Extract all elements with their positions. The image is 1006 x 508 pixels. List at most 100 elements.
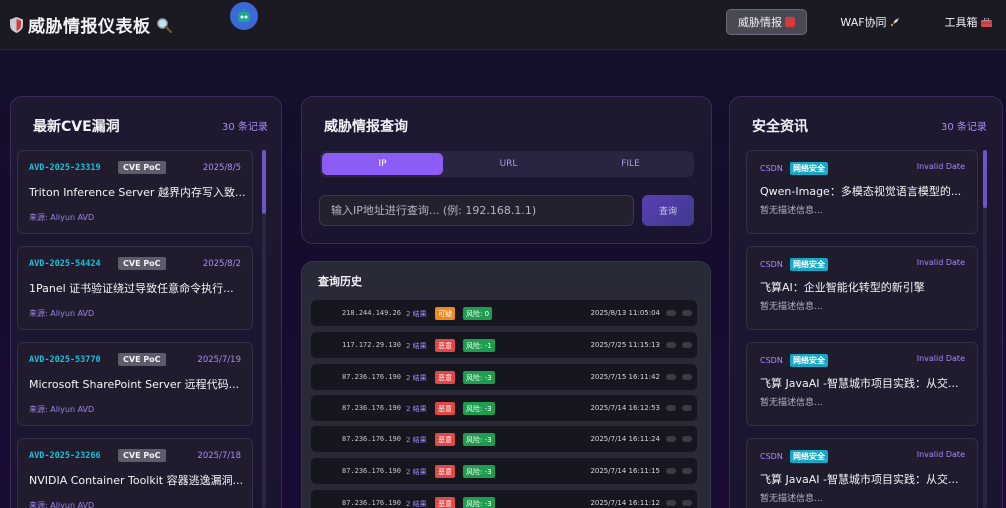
cve-date: 2025/8/5	[202, 163, 241, 173]
verdict-badge: 可疑	[435, 307, 455, 320]
cve-id[interactable]: AVD-2025-23266	[29, 451, 101, 461]
nav-waf-label: WAF协同	[840, 16, 887, 29]
cve-card[interactable]: AVD-2025-53770 CVE PoC 2025/7/19 Microso…	[17, 342, 253, 426]
history-result-count: 2 结果	[406, 310, 427, 318]
news-date: Invalid Date	[916, 258, 965, 267]
verdict-badge: 恶意	[435, 402, 455, 415]
history-result-count: 2 结果	[406, 436, 427, 444]
news-title[interactable]: 飞算 JavaAI -智慧城市项目实践：从交...	[760, 471, 970, 487]
cve-card[interactable]: AVD-2025-23319 CVE PoC 2025/8/5 Triton I…	[17, 150, 253, 234]
cve-id[interactable]: AVD-2025-53770	[29, 355, 101, 365]
cve-card[interactable]: AVD-2025-23266 CVE PoC 2025/7/18 NVIDIA …	[17, 438, 253, 508]
history-time: 2025/7/15 16:11:42	[590, 373, 660, 381]
news-date: Invalid Date	[916, 162, 965, 171]
news-tag: 网络安全	[790, 258, 828, 271]
news-card[interactable]: CSDN 网络安全 Invalid Date 飞算 JavaAI -智慧城市项目…	[746, 438, 978, 508]
history-row[interactable]: 87.236.176.190 2 结果 恶意 风险: -3 2025/7/15 …	[311, 364, 697, 390]
tab-file[interactable]: FILE	[570, 153, 691, 175]
view-icon[interactable]	[666, 374, 676, 380]
cve-title[interactable]: NVIDIA Container Toolkit 容器逃逸漏洞...	[29, 472, 247, 488]
view-icon[interactable]	[666, 342, 676, 348]
cve-title[interactable]: Microsoft SharePoint Server 远程代码...	[29, 376, 247, 392]
tab-ip[interactable]: IP	[322, 153, 443, 175]
view-icon[interactable]	[666, 405, 676, 411]
delete-icon[interactable]	[682, 374, 692, 380]
rocket-icon	[890, 18, 899, 27]
history-ip: 87.236.176.190	[341, 467, 401, 475]
view-icon[interactable]	[666, 468, 676, 474]
history-row[interactable]: 87.236.176.190 2 结果 恶意 风险: -3 2025/7/14 …	[311, 426, 697, 452]
risk-badge: 风险: -3	[463, 433, 495, 446]
news-record-count: 30 条记录	[941, 122, 987, 133]
nav-threat-intel[interactable]: 威胁情报	[726, 9, 807, 35]
cve-id[interactable]: AVD-2025-54424	[29, 259, 101, 269]
history-row[interactable]: 218.244.149.26 2 结果 可疑 风险: 0 2025/8/13 1…	[311, 300, 697, 326]
history-time: 2025/7/14 16:12:53	[590, 404, 660, 412]
delete-icon[interactable]	[682, 500, 692, 506]
risk-badge: 风险: -3	[463, 465, 495, 478]
history-time: 2025/8/13 11:05:04	[590, 309, 660, 317]
cve-card[interactable]: AVD-2025-54424 CVE PoC 2025/8/2 1Panel 证…	[17, 246, 253, 330]
cve-date: 2025/8/2	[202, 259, 241, 269]
history-time: 2025/7/14 16:11:24	[590, 435, 660, 443]
news-source: CSDN	[760, 356, 783, 365]
shield-icon	[10, 16, 23, 33]
history-time: 2025/7/14 16:11:12	[590, 499, 660, 507]
delete-icon[interactable]	[682, 405, 692, 411]
ip-search-input[interactable]	[319, 195, 634, 226]
nav-toolbox[interactable]: 工具箱	[938, 9, 998, 35]
verdict-badge: 恶意	[435, 465, 455, 478]
toolbox-icon	[980, 17, 992, 27]
history-ip: 117.172.29.130	[341, 341, 401, 349]
delete-icon[interactable]	[682, 310, 692, 316]
cve-source: 来源: Aliyun AVD	[29, 405, 95, 414]
cve-scrollbar-thumb[interactable]	[262, 150, 266, 214]
news-desc: 暂无描述信息...	[760, 494, 823, 504]
page-title: 威胁情报仪表板	[28, 17, 151, 37]
history-row[interactable]: 117.172.29.130 2 结果 恶意 风险: -1 2025/7/25 …	[311, 332, 697, 358]
news-title[interactable]: 飞算 JavaAI -智慧城市项目实践：从交...	[760, 375, 970, 391]
verdict-badge: 恶意	[435, 371, 455, 384]
tab-url[interactable]: URL	[448, 153, 569, 175]
cve-badge: CVE PoC	[118, 353, 166, 366]
cve-date: 2025/7/19	[197, 355, 241, 365]
cve-title[interactable]: Triton Inference Server 越界内存写入致...	[29, 184, 247, 200]
nav-waf[interactable]: WAF协同	[832, 9, 908, 35]
history-ip: 218.244.149.26	[341, 309, 401, 317]
brand: 威胁情报仪表板	[10, 12, 172, 37]
news-scrollbar-thumb[interactable]	[983, 150, 987, 208]
delete-icon[interactable]	[682, 342, 692, 348]
cve-record-count: 30 条记录	[222, 122, 268, 133]
news-source: CSDN	[760, 164, 783, 173]
view-icon[interactable]	[666, 500, 676, 506]
robot-avatar-icon[interactable]	[230, 2, 258, 30]
cve-badge: CVE PoC	[118, 257, 166, 270]
history-row[interactable]: 87.236.176.190 2 结果 恶意 风险: -3 2025/7/14 …	[311, 490, 697, 508]
history-result-count: 2 结果	[406, 374, 427, 382]
cve-panel-title: 最新CVE漏洞	[33, 119, 120, 135]
cve-id[interactable]: AVD-2025-23319	[29, 163, 101, 173]
query-button[interactable]: 查询	[642, 195, 694, 226]
query-type-tabs: IP URL FILE	[320, 151, 694, 177]
news-desc: 暂无描述信息...	[760, 302, 823, 312]
news-title[interactable]: 飞算AI：企业智能化转型的新引擎	[760, 279, 970, 295]
news-tag: 网络安全	[790, 450, 828, 463]
news-card[interactable]: CSDN 网络安全 Invalid Date 飞算 JavaAI -智慧城市项目…	[746, 342, 978, 426]
delete-icon[interactable]	[682, 436, 692, 442]
history-row[interactable]: 87.236.176.190 2 结果 恶意 风险: -3 2025/7/14 …	[311, 395, 697, 421]
verdict-badge: 恶意	[435, 339, 455, 352]
view-icon[interactable]	[666, 310, 676, 316]
news-source: CSDN	[760, 452, 783, 461]
news-card[interactable]: CSDN 网络安全 Invalid Date Qwen-Image：多模态视觉语…	[746, 150, 978, 234]
news-date: Invalid Date	[916, 450, 965, 459]
news-desc: 暂无描述信息...	[760, 398, 823, 408]
news-desc: 暂无描述信息...	[760, 206, 823, 216]
history-result-count: 2 结果	[406, 468, 427, 476]
cve-title[interactable]: 1Panel 证书验证绕过导致任意命令执行...	[29, 280, 247, 296]
delete-icon[interactable]	[682, 468, 692, 474]
risk-badge: 风险: -1	[463, 339, 495, 352]
history-row[interactable]: 87.236.176.190 2 结果 恶意 风险: -3 2025/7/14 …	[311, 458, 697, 484]
news-title[interactable]: Qwen-Image：多模态视觉语言模型的...	[760, 183, 970, 199]
view-icon[interactable]	[666, 436, 676, 442]
news-card[interactable]: CSDN 网络安全 Invalid Date 飞算AI：企业智能化转型的新引擎 …	[746, 246, 978, 330]
